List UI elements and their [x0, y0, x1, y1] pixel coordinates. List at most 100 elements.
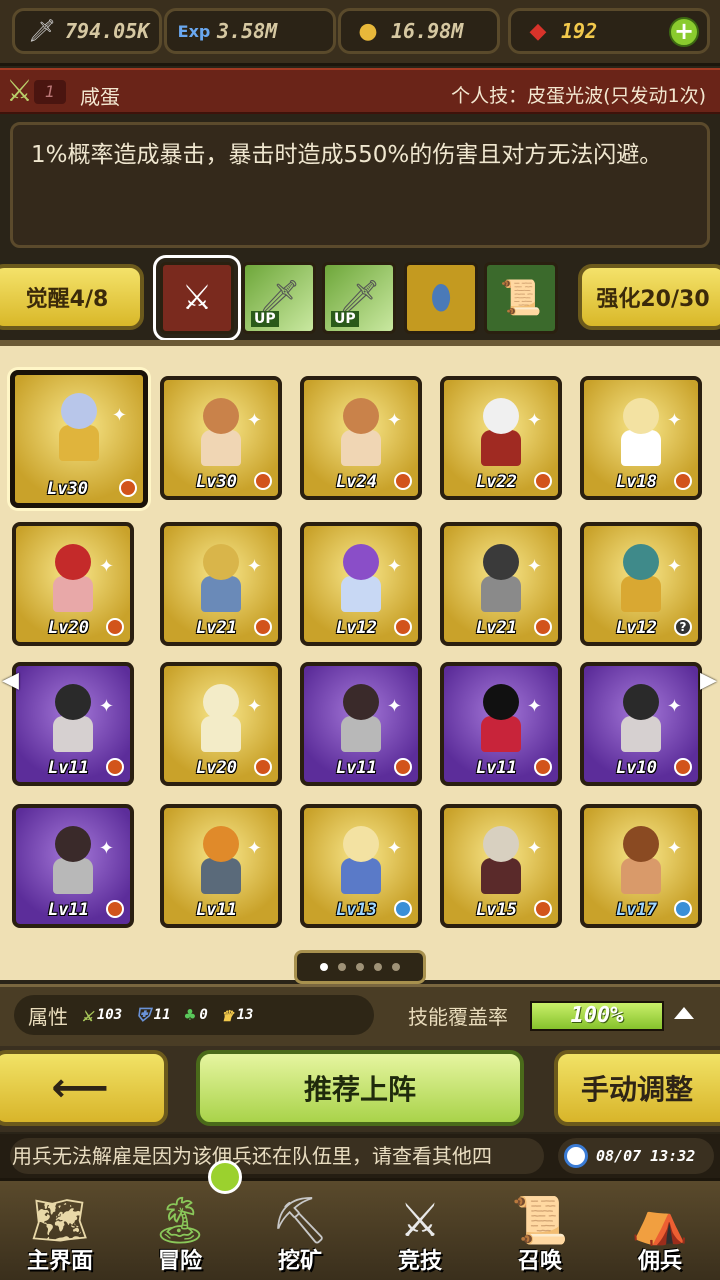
- page-right-arrow[interactable]: ▶: [700, 668, 717, 693]
- nav-arena-label: 竞技: [397, 1249, 442, 1274]
- nav-mining[interactable]: ⛏ 挖矿: [240, 1181, 360, 1280]
- sparkle-icon: ✦: [246, 410, 262, 431]
- hero-card[interactable]: ✦ Lv30: [160, 376, 282, 500]
- equipment-slot-1[interactable]: ⚔: [153, 255, 241, 341]
- hero-level: Lv21: [196, 618, 237, 638]
- page-dot[interactable]: [338, 963, 346, 971]
- hero-level: Lv17: [616, 900, 657, 920]
- hero-body: [201, 858, 241, 894]
- hero-card[interactable]: ✦ Lv30: [10, 370, 148, 508]
- hero-name: 咸蛋: [80, 85, 120, 109]
- hero-head: [483, 684, 519, 720]
- level-badge-icon: [254, 758, 272, 776]
- hero-portrait: [613, 826, 669, 896]
- level-badge-icon: [106, 900, 124, 918]
- back-button[interactable]: ⟵: [0, 1050, 168, 1126]
- back-arrow-icon: ⟵: [51, 1065, 109, 1111]
- hero-head: [61, 393, 97, 429]
- level-badge-icon: [394, 618, 412, 636]
- strengthen-button[interactable]: 强化20/30: [578, 264, 720, 330]
- unknown-badge-icon: ?: [674, 618, 692, 636]
- hero-card[interactable]: ✦ Lv22: [440, 376, 562, 500]
- level-badge-icon: [534, 618, 552, 636]
- gem-resource: ◆ 192 +: [508, 8, 710, 54]
- equipment-slot-2[interactable]: 🗡 UP: [242, 262, 316, 334]
- hero-head: [55, 684, 91, 720]
- hero-card[interactable]: ✦ Lv18: [580, 376, 702, 500]
- hero-portrait: [193, 544, 249, 614]
- nav-adventure-label: 冒险: [157, 1249, 202, 1274]
- hero-card[interactable]: ✦ Lv10: [580, 662, 702, 786]
- hero-head: [55, 826, 91, 862]
- nav-mercenary[interactable]: ⛺ 佣兵: [600, 1181, 720, 1280]
- clock-time: 08/07 13:32: [596, 1147, 696, 1165]
- hero-card[interactable]: ✦ Lv20: [160, 662, 282, 786]
- hero-level: Lv10: [616, 758, 657, 778]
- hero-portrait: [333, 684, 389, 754]
- sparkle-icon: ✦: [526, 696, 542, 717]
- nav-arena[interactable]: ⚔ 竞技: [360, 1181, 480, 1280]
- hero-body: [53, 576, 93, 612]
- expand-up-icon[interactable]: [674, 1007, 694, 1019]
- nav-mercenary-label: 佣兵: [637, 1249, 682, 1274]
- hero-level: Lv11: [476, 758, 517, 778]
- recommend-button[interactable]: 推荐上阵: [196, 1050, 524, 1126]
- sparkle-icon: ✦: [386, 556, 402, 577]
- hero-card[interactable]: ✦ Lv20: [12, 522, 134, 646]
- hero-head: [55, 544, 91, 580]
- hero-card[interactable]: ✦ Lv11: [12, 662, 134, 786]
- hero-body: [621, 430, 661, 466]
- manual-adjust-label: 手动调整: [580, 1073, 693, 1106]
- hero-head: [623, 826, 659, 862]
- hero-card[interactable]: ✦ Lv11: [12, 804, 134, 928]
- level-badge-icon: [254, 618, 272, 636]
- page-left-arrow[interactable]: ◀: [2, 668, 19, 693]
- add-gems-button[interactable]: +: [669, 17, 699, 47]
- hero-card[interactable]: ✦ Lv24: [300, 376, 422, 500]
- nav-adventure[interactable]: 🏝 冒险: [120, 1181, 240, 1280]
- sparkle-icon: ✦: [246, 696, 262, 717]
- hero-level: Lv20: [48, 618, 89, 638]
- page-dot[interactable]: [356, 963, 364, 971]
- nav-summon[interactable]: 📜 召唤: [480, 1181, 600, 1280]
- hero-level: Lv11: [48, 758, 89, 778]
- skill-header: ⚔ 1 咸蛋 个人技：皮蛋光波(只发动1次): [0, 68, 720, 114]
- hero-card[interactable]: ✦ Lv17: [580, 804, 702, 928]
- nav-main[interactable]: 🗺 主界面: [0, 1181, 120, 1280]
- awaken-label: 觉醒4/8: [25, 287, 109, 312]
- hero-card[interactable]: ✦ Lv12?: [580, 522, 702, 646]
- manual-adjust-button[interactable]: 手动调整: [554, 1050, 720, 1126]
- hero-card[interactable]: ✦ Lv12: [300, 522, 422, 646]
- hero-head: [343, 826, 379, 862]
- hero-portrait: [333, 398, 389, 468]
- hero-head: [623, 684, 659, 720]
- hero-card[interactable]: ✦ Lv15: [440, 804, 562, 928]
- hero-head: [203, 398, 239, 434]
- hero-card[interactable]: ✦ Lv13: [300, 804, 422, 928]
- page-dot[interactable]: [392, 963, 400, 971]
- level-badge-icon: [254, 472, 272, 490]
- hero-body: [341, 430, 381, 466]
- hero-card[interactable]: ✦ Lv11: [300, 662, 422, 786]
- sparkle-icon: ✦: [98, 556, 114, 577]
- awaken-button[interactable]: 觉醒4/8: [0, 264, 144, 330]
- level-badge-icon: [674, 758, 692, 776]
- hero-body: [621, 716, 661, 752]
- hero-card[interactable]: ✦ Lv11: [160, 804, 282, 928]
- equipment-slot-3[interactable]: 🗡 UP: [322, 262, 396, 334]
- sparkle-icon: ✦: [526, 556, 542, 577]
- hero-card[interactable]: ✦ Lv11: [440, 662, 562, 786]
- equipment-slot-4[interactable]: ⬮: [404, 262, 478, 334]
- attack-resource: 🗡 794.05K: [12, 8, 162, 54]
- egg-icon: ⬮: [430, 278, 452, 318]
- page-dot[interactable]: [374, 963, 382, 971]
- hero-body: [53, 858, 93, 894]
- hero-portrait: [473, 398, 529, 468]
- hero-card[interactable]: ✦ Lv21: [160, 522, 282, 646]
- hero-card[interactable]: ✦ Lv21: [440, 522, 562, 646]
- hero-head: [483, 544, 519, 580]
- equipment-slot-5[interactable]: 📜: [484, 262, 558, 334]
- page-dot[interactable]: [320, 963, 328, 971]
- hero-portrait: [473, 684, 529, 754]
- hero-level: Lv30: [47, 479, 88, 499]
